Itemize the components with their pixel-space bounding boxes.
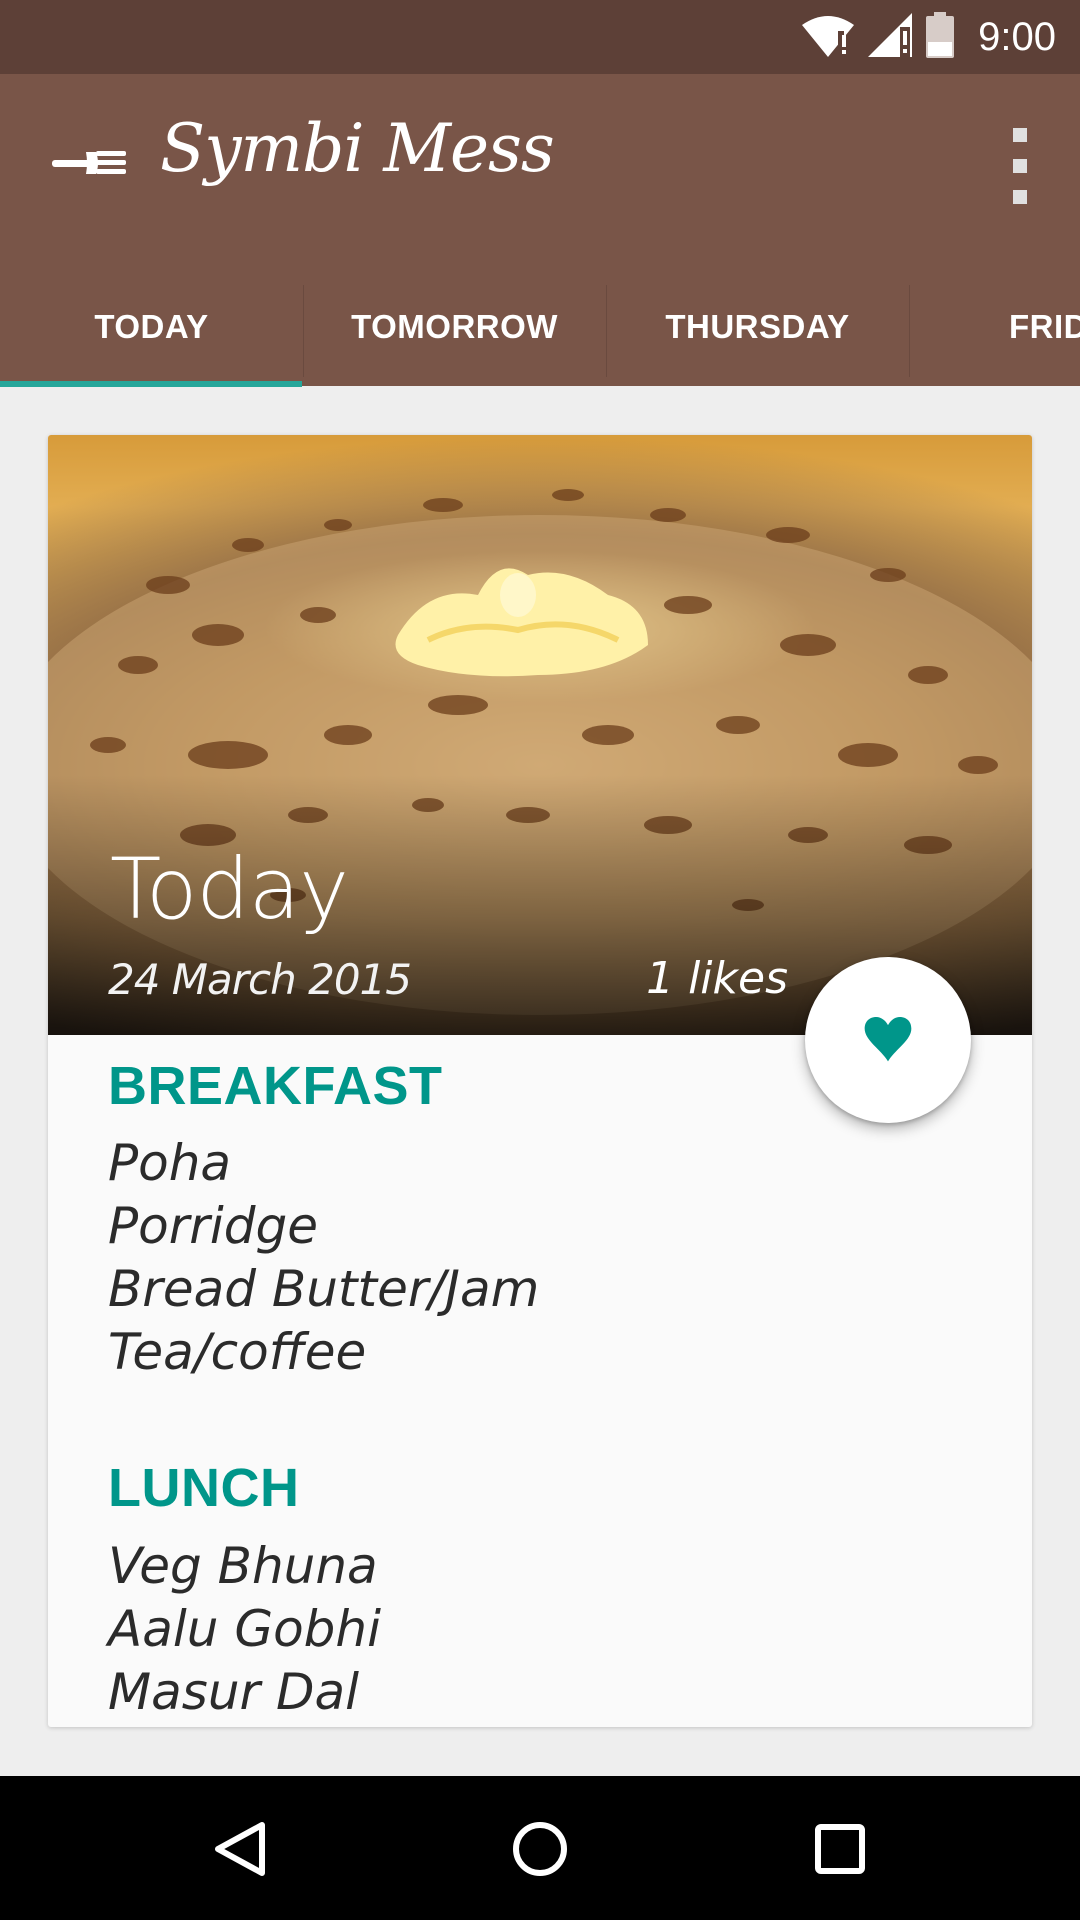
list-item: Porridge <box>108 1197 318 1255</box>
screen: 9:00 Symbi Mess TODAY TOMORROW THURSDAY … <box>0 0 1080 1920</box>
tab-indicator <box>0 381 302 387</box>
lunch-list: Veg Bhuna Aalu Gobhi Masur Dal <box>108 1535 381 1724</box>
tab-label: TOMORROW <box>351 307 558 345</box>
list-item: Veg Bhuna <box>108 1537 378 1595</box>
tab-friday[interactable]: FRID <box>909 267 1080 386</box>
breakfast-list: Poha Porridge Bread Butter/Jam Tea/coffe… <box>108 1132 539 1384</box>
signal-alert-icon <box>868 12 913 62</box>
app-bar: Symbi Mess TODAY TOMORROW THURSDAY FRID <box>0 74 1080 386</box>
tab-today[interactable]: TODAY <box>0 267 303 386</box>
fork-icon[interactable] <box>52 140 126 186</box>
list-item: Poha <box>108 1134 232 1192</box>
back-icon[interactable] <box>205 1814 275 1884</box>
card-date: 24 March 2015 <box>108 955 412 1004</box>
tab-label: FRID <box>1009 307 1080 345</box>
recents-icon[interactable] <box>805 1814 875 1884</box>
list-item: Tea/coffee <box>108 1323 367 1381</box>
list-item: Bread Butter/Jam <box>108 1260 540 1318</box>
tab-thursday[interactable]: THURSDAY <box>606 267 909 386</box>
wifi-alert-icon <box>802 13 855 62</box>
tab-label: TODAY <box>94 307 209 345</box>
more-vert-icon[interactable] <box>1000 126 1040 206</box>
section-title-lunch: LUNCH <box>108 1458 300 1518</box>
like-button[interactable] <box>805 957 971 1123</box>
card-title: Today <box>110 840 349 938</box>
home-icon[interactable] <box>505 1814 575 1884</box>
status-time: 9:00 <box>978 14 1056 59</box>
app-title: Symbi Mess <box>160 110 555 187</box>
battery-icon <box>926 11 955 63</box>
tab-bar: TODAY TOMORROW THURSDAY FRID <box>0 267 1080 386</box>
status-icons: 9:00 <box>802 0 1056 74</box>
likes-count: 1 likes <box>646 953 788 1004</box>
food-image: Today 24 March 2015 1 likes <box>48 435 1032 1035</box>
status-bar: 9:00 <box>0 0 1080 74</box>
list-item: Masur Dal <box>108 1663 360 1721</box>
section-title-breakfast: BREAKFAST <box>108 1056 443 1116</box>
navigation-bar <box>0 1776 1080 1920</box>
tab-label: THURSDAY <box>665 307 850 345</box>
list-item: Aalu Gobhi <box>108 1600 381 1658</box>
heart-icon <box>860 1010 916 1071</box>
tab-tomorrow[interactable]: TOMORROW <box>303 267 606 386</box>
